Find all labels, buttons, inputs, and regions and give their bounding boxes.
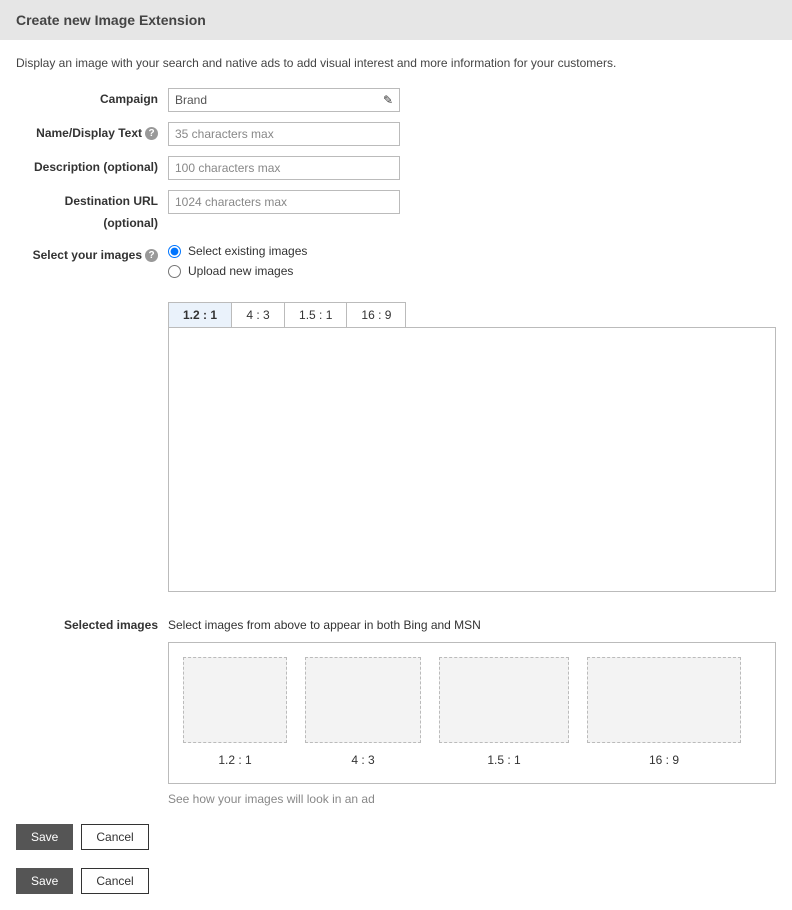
campaign-value: Brand (175, 93, 207, 107)
ratio-tab-169[interactable]: 16 : 9 (346, 302, 406, 328)
radio-upload-input[interactable] (168, 265, 181, 278)
thumb-label: 16 : 9 (649, 753, 679, 767)
save-button[interactable]: Save (16, 868, 73, 894)
thumb-169: 16 : 9 (587, 657, 741, 767)
page-header: Create new Image Extension (0, 0, 792, 40)
label-campaign: Campaign (16, 88, 168, 110)
row-destination: Destination URL (optional) (16, 190, 776, 234)
save-button[interactable]: Save (16, 824, 73, 850)
thumb-label: 4 : 3 (351, 753, 374, 767)
label-selected-images: Selected images (16, 618, 168, 632)
page-title: Create new Image Extension (16, 12, 206, 28)
ratio-tab-1.21[interactable]: 1.2 : 1 (168, 302, 232, 328)
button-row-2: Save Cancel (16, 868, 776, 894)
intro-text: Display an image with your search and na… (16, 56, 776, 70)
thumb-1.51: 1.5 : 1 (439, 657, 569, 767)
help-icon[interactable]: ? (145, 249, 158, 262)
label-select-images: Select your images? (16, 244, 168, 266)
preview-hint: See how your images will look in an ad (168, 792, 776, 806)
button-row-1: Save Cancel (16, 824, 776, 850)
thumb-label: 1.2 : 1 (218, 753, 251, 767)
radio-existing-input[interactable] (168, 245, 181, 258)
thumb-label: 1.5 : 1 (487, 753, 520, 767)
ratio-tab-row: 1.2 : 14 : 31.5 : 116 : 9 (168, 302, 776, 592)
thumb-placeholder[interactable] (439, 657, 569, 743)
selected-thumbnails-box: 1.2 : 1 4 : 3 1.5 : 1 16 : 9 (168, 642, 776, 784)
thumb-43: 4 : 3 (305, 657, 421, 767)
pencil-icon: ✎ (383, 93, 393, 107)
label-description: Description (optional) (16, 156, 168, 178)
label-destination: Destination URL (optional) (16, 190, 168, 234)
help-icon[interactable]: ? (145, 127, 158, 140)
thumb-1.21: 1.2 : 1 (183, 657, 287, 767)
description-input[interactable] (168, 156, 400, 180)
ratio-tab-43[interactable]: 4 : 3 (231, 302, 285, 328)
page-content: Display an image with your search and na… (0, 40, 792, 910)
thumb-placeholder[interactable] (183, 657, 287, 743)
radio-upload[interactable]: Upload new images (168, 264, 776, 278)
selected-instruction: Select images from above to appear in bo… (168, 618, 776, 632)
row-name: Name/Display Text? (16, 122, 776, 146)
radio-existing[interactable]: Select existing images (168, 244, 776, 258)
row-campaign: Campaign Brand ✎ (16, 88, 776, 112)
row-select-images: Select your images? Select existing imag… (16, 244, 776, 284)
thumb-placeholder[interactable] (305, 657, 421, 743)
thumb-placeholder[interactable] (587, 657, 741, 743)
destination-input[interactable] (168, 190, 400, 214)
row-description: Description (optional) (16, 156, 776, 180)
row-selected-images: Selected images Select images from above… (16, 618, 776, 806)
ratio-tab-1.51[interactable]: 1.5 : 1 (284, 302, 347, 328)
name-input[interactable] (168, 122, 400, 146)
campaign-select[interactable]: Brand ✎ (168, 88, 400, 112)
cancel-button[interactable]: Cancel (81, 868, 148, 894)
cancel-button[interactable]: Cancel (81, 824, 148, 850)
image-selection-area[interactable] (168, 327, 776, 592)
label-name: Name/Display Text? (16, 122, 168, 144)
